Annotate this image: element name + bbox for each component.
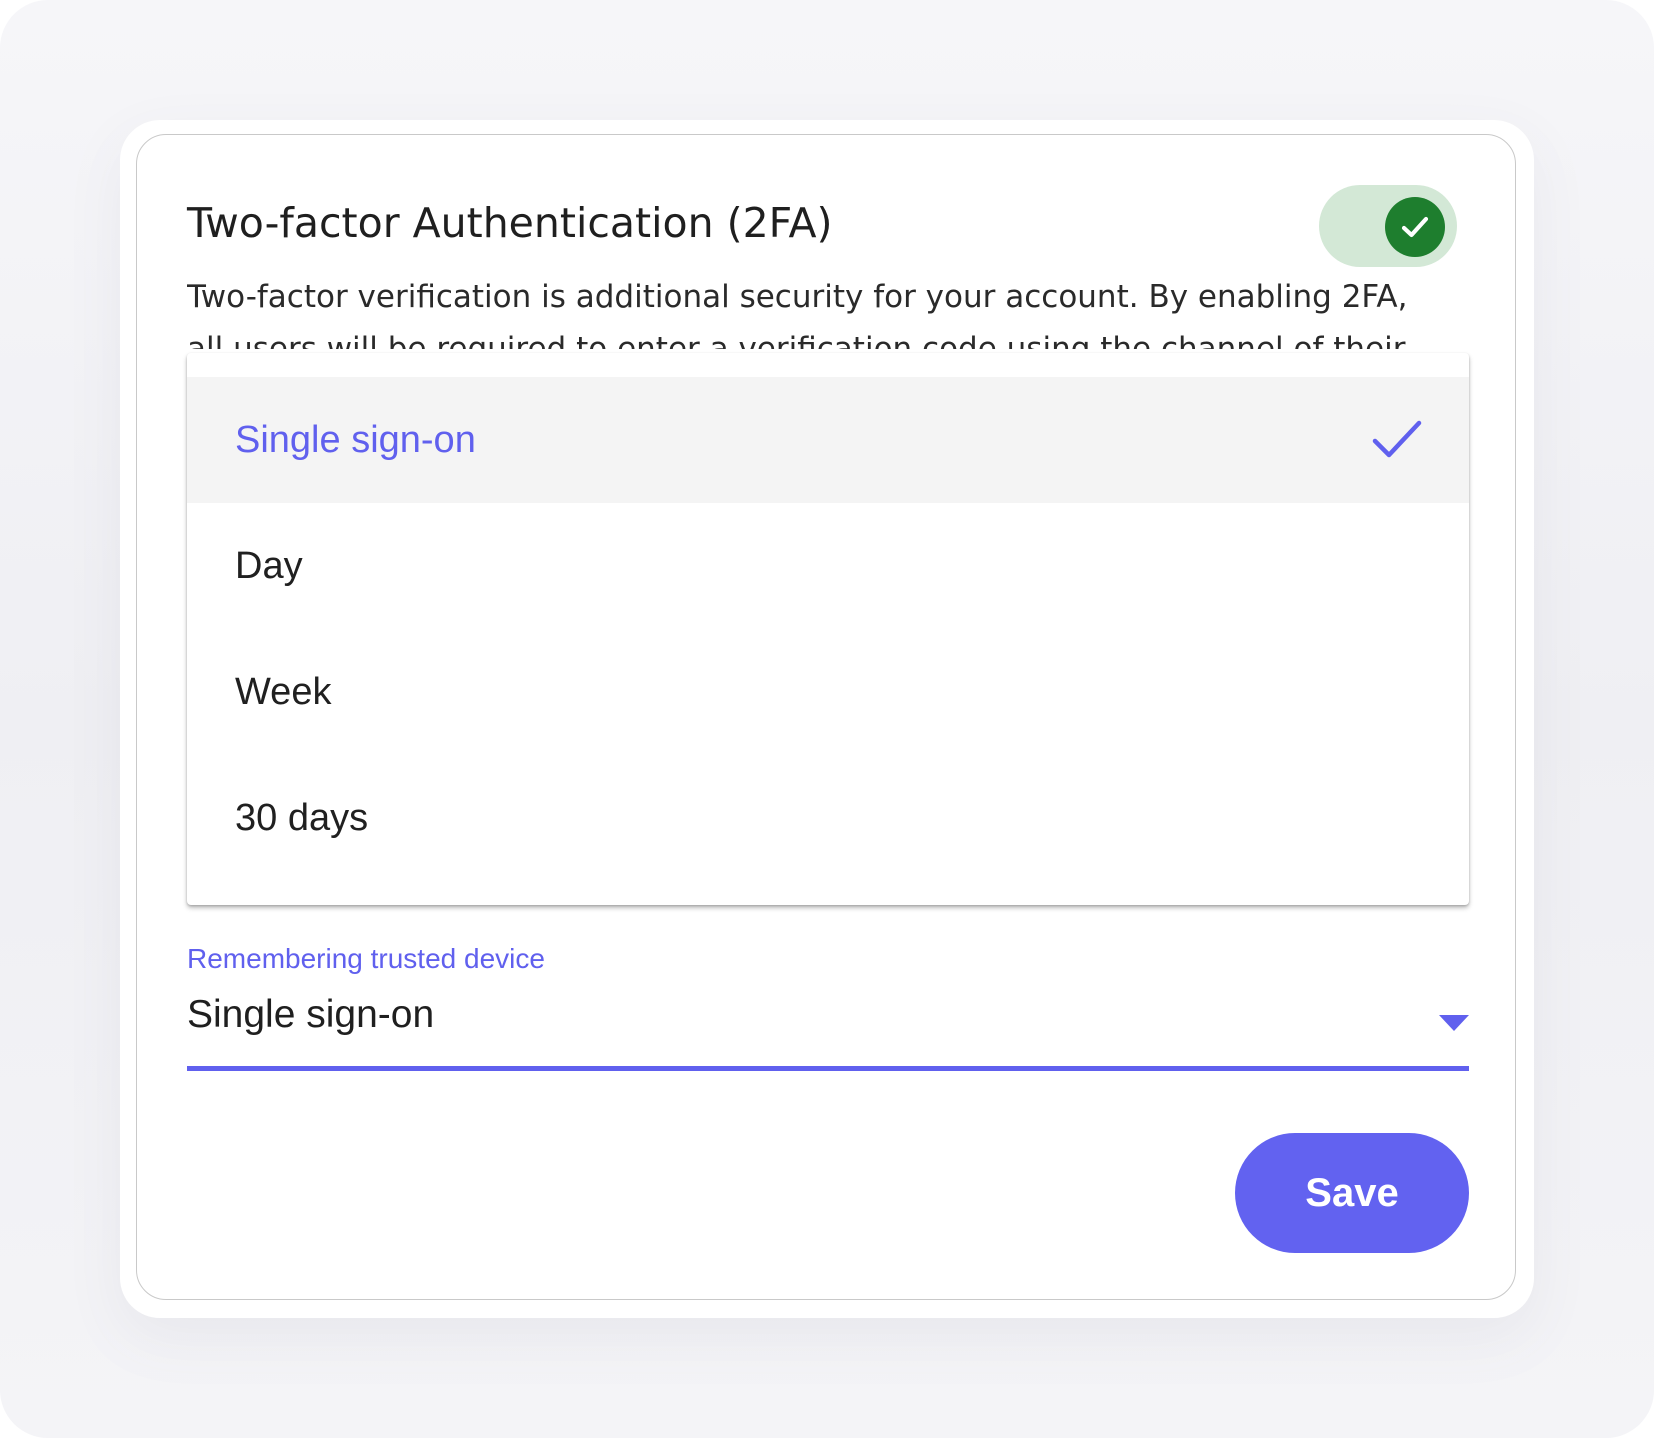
menu-option-label: 30 days bbox=[235, 796, 369, 839]
menu-option-label: Week bbox=[235, 670, 332, 713]
menu-option-week[interactable]: Week bbox=[187, 629, 1469, 755]
check-icon bbox=[1401, 216, 1429, 238]
twofa-description: Two-factor verification is additional se… bbox=[187, 279, 1408, 349]
select-underline bbox=[187, 1066, 1469, 1071]
caret-down-icon bbox=[1439, 1015, 1469, 1031]
trusted-device-select[interactable]: Single sign-on bbox=[187, 985, 1469, 1071]
trusted-device-label: Remembering trusted device bbox=[187, 943, 545, 974]
select-value: Single sign-on bbox=[187, 993, 435, 1036]
selected-check-icon bbox=[1372, 420, 1422, 458]
menu-option-single-sign-on[interactable]: Single sign-on bbox=[187, 377, 1469, 503]
menu-option-label: Day bbox=[235, 544, 303, 587]
page-title: Two-factor Authentication (2FA) bbox=[187, 199, 833, 247]
twofa-toggle[interactable] bbox=[1319, 185, 1457, 267]
save-button[interactable]: Save bbox=[1235, 1133, 1469, 1253]
settings-card: Two-factor Authentication (2FA) Two-fact… bbox=[136, 134, 1516, 1300]
menu-option-day[interactable]: Day bbox=[187, 503, 1469, 629]
toggle-knob bbox=[1385, 197, 1445, 257]
menu-option-30-days[interactable]: 30 days bbox=[187, 755, 1469, 881]
menu-option-label: Single sign-on bbox=[235, 418, 476, 461]
trusted-device-menu: Single sign-on Day Week 30 days bbox=[187, 353, 1469, 905]
